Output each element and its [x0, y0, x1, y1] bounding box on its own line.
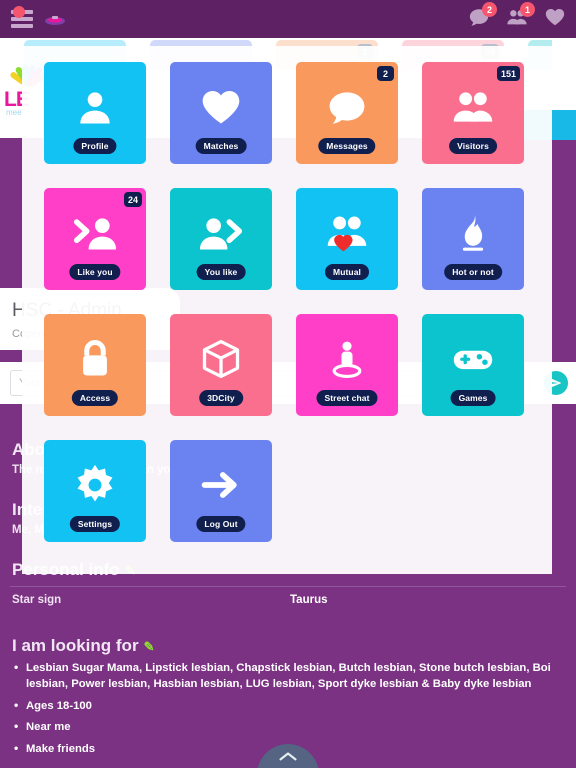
- header-icon-group: 21: [468, 2, 568, 30]
- menu-tile-access[interactable]: Access: [44, 314, 146, 416]
- tile-badge: 24: [123, 192, 142, 207]
- friends-icon[interactable]: 1: [506, 2, 535, 30]
- menu-tile-matches[interactable]: Matches: [170, 62, 272, 164]
- hamburger-bar: [11, 24, 33, 28]
- menu-tile-visitors[interactable]: 151 Visitors: [422, 62, 524, 164]
- favorites-icon[interactable]: [544, 6, 568, 30]
- gear-icon: [72, 462, 118, 508]
- menu-tile-3dcity[interactable]: 3DCity: [170, 314, 272, 416]
- people-icon: [450, 84, 496, 130]
- hamburger-bar: [11, 17, 33, 21]
- divider: [10, 586, 566, 587]
- street-person-icon: [324, 336, 370, 382]
- tile-badge: 2: [377, 66, 394, 81]
- cube-icon: [198, 336, 244, 382]
- menu-tile-games[interactable]: Games: [422, 314, 524, 416]
- menu-alert-dot: [13, 6, 25, 18]
- menu-tile-messages[interactable]: 2 Messages: [296, 62, 398, 164]
- arrow-person-icon: [72, 210, 118, 256]
- edit-pencil-icon[interactable]: ✎: [144, 639, 155, 654]
- notification-badge: 2: [482, 2, 497, 17]
- tile-label: Like you: [69, 264, 121, 280]
- tile-label: Access: [71, 390, 119, 406]
- brand-logo-icon[interactable]: [44, 13, 66, 25]
- person-arrow-icon: [198, 210, 244, 256]
- notification-badge: 1: [520, 2, 535, 17]
- list-item: Ages 18-100: [14, 697, 556, 715]
- menu-tile-street-chat[interactable]: Street chat: [296, 314, 398, 416]
- hamburger-menu-icon[interactable]: [10, 6, 34, 30]
- looking-for-section-title: I am looking for ✎: [12, 636, 155, 655]
- tile-badge: 151: [496, 66, 520, 81]
- personal-info-key: Star sign: [12, 594, 62, 606]
- menu-tile-grid: Profile Matches 2 Messages 151 Visitors 24 Like…: [44, 62, 530, 566]
- flame-icon: [450, 210, 496, 256]
- tile-label: Messages: [318, 138, 376, 154]
- personal-info-value: Taurus: [290, 594, 328, 606]
- gamepad-icon: [450, 336, 496, 382]
- menu-tile-hot-or-not[interactable]: Hot or not: [422, 188, 524, 290]
- tile-label: Mutual: [325, 264, 369, 280]
- menu-tile-mutual[interactable]: Mutual: [296, 188, 398, 290]
- tile-label: Profile: [73, 138, 117, 154]
- tile-label: Hot or not: [444, 264, 502, 280]
- person-icon: [72, 84, 118, 130]
- tile-label: 3DCity: [199, 390, 243, 406]
- menu-tile-you-like[interactable]: You like: [170, 188, 272, 290]
- tile-label: You like: [196, 264, 246, 280]
- main-menu-overlay: Profile Matches 2 Messages 151 Visitors 24 Like…: [22, 46, 552, 574]
- list-item: Lesbian Sugar Mama, Lipstick lesbian, Ch…: [14, 659, 556, 693]
- app-header: 21: [0, 0, 576, 38]
- tile-label: Settings: [69, 516, 121, 532]
- tile-label: Games: [450, 390, 496, 406]
- heart-icon: [198, 84, 244, 130]
- chat-bubble-icon: [324, 84, 370, 130]
- tile-label: Street chat: [316, 390, 378, 406]
- tile-label: Log Out: [196, 516, 246, 532]
- list-item: Near me: [14, 718, 556, 736]
- tile-label: Visitors: [449, 138, 497, 154]
- lock-icon: [72, 336, 118, 382]
- arrow-right-icon: [198, 462, 244, 508]
- people-heart-icon: [324, 210, 370, 256]
- tile-label: Matches: [195, 138, 247, 154]
- menu-tile-log-out[interactable]: Log Out: [170, 440, 272, 542]
- menu-tile-profile[interactable]: Profile: [44, 62, 146, 164]
- menu-tile-settings[interactable]: Settings: [44, 440, 146, 542]
- messages-icon[interactable]: 2: [468, 2, 497, 30]
- menu-tile-like-you[interactable]: 24 Like you: [44, 188, 146, 290]
- chevron-up-icon: [279, 752, 297, 761]
